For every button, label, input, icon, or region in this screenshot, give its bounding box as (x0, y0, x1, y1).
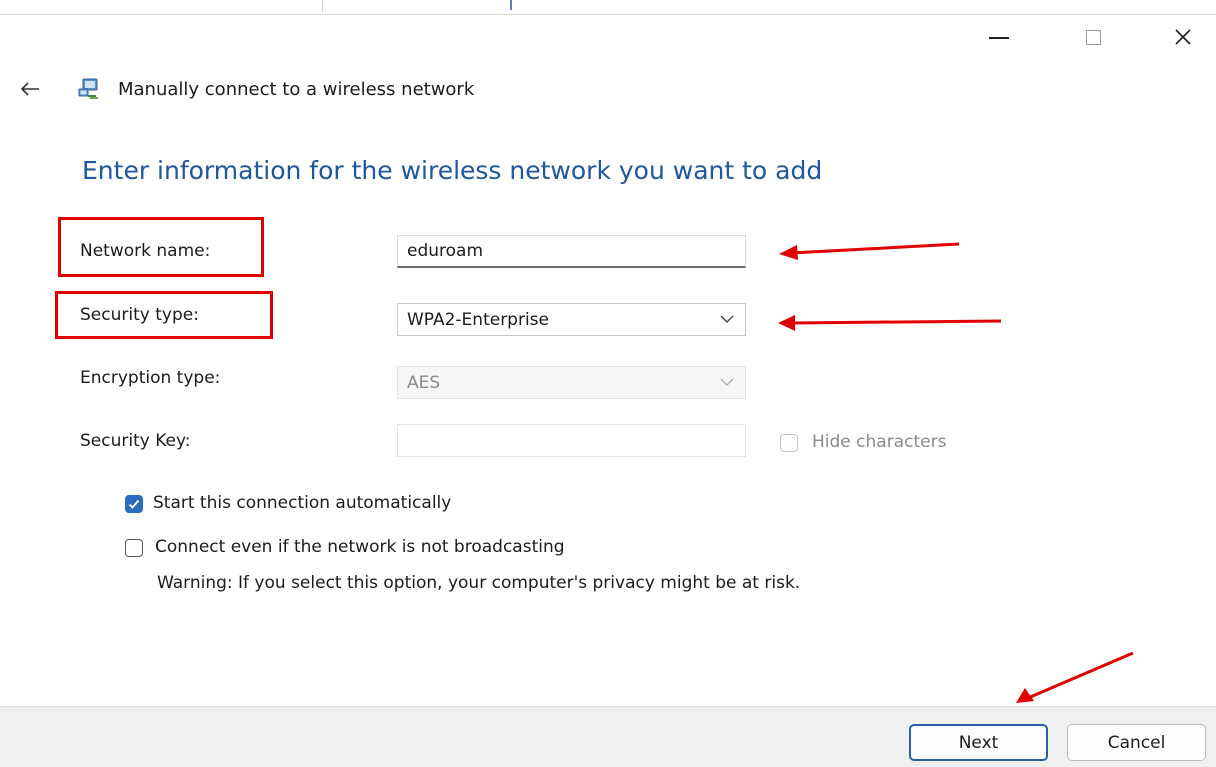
cancel-button[interactable]: Cancel (1067, 724, 1206, 761)
close-icon (1175, 29, 1191, 45)
annotation-arrow (779, 242, 960, 260)
maximize-icon (1085, 29, 1101, 45)
close-button[interactable] (1160, 22, 1206, 52)
wireless-network-dialog: Manually connect to a wireless network E… (0, 0, 1216, 767)
network-connection-icon (78, 78, 98, 99)
start-automatically-checkbox[interactable] (125, 495, 143, 513)
page-heading: Enter information for the wireless netwo… (82, 156, 823, 185)
encryption-type-select[interactable]: AES (397, 366, 746, 399)
chevron-down-icon (720, 315, 734, 323)
hide-characters-checkbox[interactable] (780, 434, 798, 452)
checkmark-icon (128, 499, 140, 509)
annotation-arrow (1016, 651, 1134, 703)
back-button[interactable] (14, 76, 46, 102)
network-name-input[interactable]: eduroam (397, 235, 746, 268)
security-type-select[interactable]: WPA2-Enterprise (397, 303, 746, 336)
security-key-input[interactable] (397, 424, 746, 457)
minimize-button[interactable] (976, 22, 1022, 52)
security-type-highlight (55, 291, 273, 339)
top-window-edge (0, 0, 1216, 15)
minimize-icon (989, 37, 1009, 39)
network-name-value: eduroam (407, 241, 484, 261)
privacy-warning-text: Warning: If you select this option, your… (157, 573, 801, 593)
security-type-value: WPA2-Enterprise (407, 309, 550, 330)
encryption-type-label: Encryption type: (80, 368, 221, 388)
window-title: Manually connect to a wireless network (118, 79, 475, 100)
encryption-type-value: AES (407, 372, 441, 393)
start-automatically-label: Start this connection automatically (153, 493, 452, 513)
maximize-button[interactable] (1070, 22, 1116, 52)
network-name-highlight (58, 217, 264, 277)
hide-characters-label: Hide characters (812, 432, 947, 452)
chevron-down-icon (720, 378, 734, 386)
annotation-arrow (778, 315, 1002, 331)
connect-not-broadcasting-label: Connect even if the network is not broad… (155, 537, 565, 557)
divider (322, 0, 323, 12)
security-key-label: Security Key: (80, 431, 191, 451)
back-arrow-icon (20, 82, 39, 96)
connect-not-broadcasting-checkbox[interactable] (125, 539, 143, 557)
next-button[interactable]: Next (909, 724, 1048, 761)
divider (510, 0, 512, 10)
